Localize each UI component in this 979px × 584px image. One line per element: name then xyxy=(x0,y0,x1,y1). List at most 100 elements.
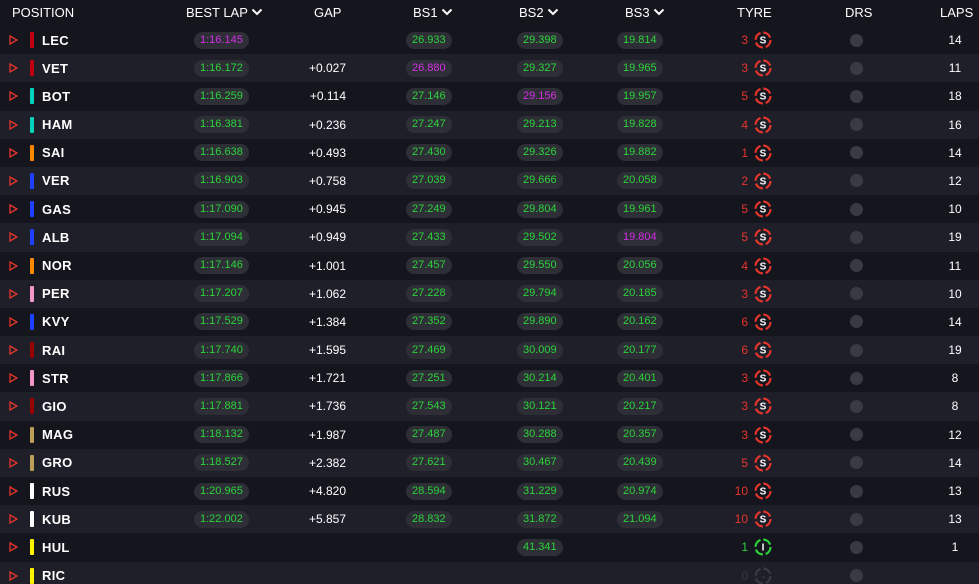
tyre-age: 5 xyxy=(741,89,748,104)
driver-row-rus[interactable]: RUS 1:20.965 +4.820 28.594 31.229 20.974… xyxy=(0,477,979,506)
expand-triangle-icon[interactable] xyxy=(9,364,19,392)
driver-row-rai[interactable]: RAI 1:17.740 +1.595 27.469 30.009 20.177… xyxy=(0,336,979,365)
svg-text:-: - xyxy=(761,571,764,582)
driver-row-gro[interactable]: GRO 1:18.527 +2.382 27.621 30.467 20.439… xyxy=(0,448,979,477)
header-drs[interactable]: DRS xyxy=(845,0,872,26)
tyre-age: 3 xyxy=(741,61,748,76)
expand-triangle-icon[interactable] xyxy=(9,308,19,336)
driver-row-ham[interactable]: HAM 1:16.381 +0.236 27.247 29.213 19.828… xyxy=(0,110,979,139)
bs2: 29.327 xyxy=(517,54,563,82)
expand-triangle-icon[interactable] xyxy=(9,54,19,82)
team-color-bar xyxy=(30,370,34,387)
expand-triangle-icon[interactable] xyxy=(9,280,19,308)
expand-triangle-icon[interactable] xyxy=(9,533,19,561)
tyre-compound-icon: - xyxy=(752,562,774,584)
chevron-down-icon xyxy=(653,8,664,16)
header-gap[interactable]: GAP xyxy=(314,0,341,26)
expand-triangle-icon[interactable] xyxy=(9,449,19,477)
driver-row-ric[interactable]: RIC 0 - xyxy=(0,561,979,584)
driver-row-per[interactable]: PER 1:17.207 +1.062 27.228 29.794 20.185… xyxy=(0,279,979,308)
driver-row-ver[interactable]: VER 1:16.903 +0.758 27.039 29.666 20.058… xyxy=(0,166,979,196)
gap-value: +0.493 xyxy=(308,145,346,160)
drs-dot-icon xyxy=(849,89,863,103)
bs2: 29.794 xyxy=(517,280,563,308)
bs3: 21.094 xyxy=(617,505,663,533)
driver-row-bot[interactable]: BOT 1:16.259 +0.114 27.146 29.156 19.957… xyxy=(0,82,979,111)
driver-code: ALB xyxy=(42,229,70,245)
driver-row-sai[interactable]: SAI 1:16.638 +0.493 27.430 29.326 19.882… xyxy=(0,138,979,167)
header-bs1[interactable]: BS1 xyxy=(413,0,453,26)
bs3-value: 21.094 xyxy=(617,510,663,528)
driver-code: SAI xyxy=(42,145,65,161)
tyre-age: 2 xyxy=(741,173,748,188)
best-lap-value: 1:17.740 xyxy=(194,341,249,359)
driver-row-kub[interactable]: KUB 1:22.002 +5.857 28.832 31.872 21.094… xyxy=(0,505,979,534)
expand-triangle-icon[interactable] xyxy=(9,111,19,139)
bs2: 29.326 xyxy=(517,139,563,167)
svg-text:S: S xyxy=(760,205,767,216)
expand-triangle-icon[interactable] xyxy=(9,139,19,167)
bs3-value: 20.357 xyxy=(617,426,663,444)
bs2-value: 29.794 xyxy=(517,285,563,303)
tyre-compound-icon: S xyxy=(752,364,774,392)
driver-code: RIC xyxy=(42,568,66,584)
bs2-value: 29.502 xyxy=(517,228,563,246)
expand-triangle-icon[interactable] xyxy=(9,562,19,584)
expand-triangle-icon[interactable] xyxy=(9,421,19,449)
laps-value: 14 xyxy=(948,314,962,329)
tyre-age: 5 xyxy=(741,202,748,217)
driver-code: KUB xyxy=(42,511,72,527)
drs-indicator xyxy=(849,26,863,54)
header-laps[interactable]: LAPS xyxy=(940,0,973,26)
expand-triangle-icon[interactable] xyxy=(9,252,19,280)
driver-code: HAM xyxy=(42,117,73,133)
header-position[interactable]: POSITION xyxy=(12,0,74,26)
expand-triangle-icon[interactable] xyxy=(9,477,19,505)
header-bs2[interactable]: BS2 xyxy=(519,0,559,26)
expand-triangle-icon[interactable] xyxy=(9,336,19,364)
bs1-value: 28.594 xyxy=(406,482,452,500)
driver-row-nor[interactable]: NOR 1:17.146 +1.001 27.457 29.550 20.056… xyxy=(0,251,979,280)
team-color-bar xyxy=(30,483,34,499)
bs1-value: 26.880 xyxy=(406,59,452,77)
tyre-age: 10 xyxy=(734,484,748,498)
expand-triangle-icon[interactable] xyxy=(9,195,19,223)
driver-row-lec[interactable]: LEC 1:16.145 26.933 29.398 19.814 3 S 14 xyxy=(0,26,979,55)
best-lap-value: 1:18.527 xyxy=(194,454,249,472)
tyre-age: 6 xyxy=(741,314,748,329)
drs-dot-icon xyxy=(849,61,863,75)
driver-row-gio[interactable]: GIO 1:17.881 +1.736 27.543 30.121 20.217… xyxy=(0,392,979,421)
bs1-value: 27.469 xyxy=(406,341,452,359)
bs2: 29.666 xyxy=(517,167,563,195)
expand-triangle-icon[interactable] xyxy=(9,26,19,54)
driver-row-gas[interactable]: GAS 1:17.090 +0.945 27.249 29.804 19.961… xyxy=(0,195,979,224)
svg-text:S: S xyxy=(760,64,767,75)
driver-row-str[interactable]: STR 1:17.866 +1.721 27.251 30.214 20.401… xyxy=(0,364,979,393)
header-bs3[interactable]: BS3 xyxy=(625,0,665,26)
driver-row-vet[interactable]: VET 1:16.172 +0.027 26.880 29.327 19.965… xyxy=(0,54,979,83)
tyre-age: 1 xyxy=(741,540,748,555)
bs3-value: 20.162 xyxy=(617,313,663,331)
expand-triangle-icon[interactable] xyxy=(9,167,19,195)
bs2-value: 29.327 xyxy=(517,59,563,77)
driver-row-hul[interactable]: HUL 41.341 1 I 1 xyxy=(0,533,979,562)
expand-triangle-icon[interactable] xyxy=(9,392,19,420)
driver-row-kvy[interactable]: KVY 1:17.529 +1.384 27.352 29.890 20.162… xyxy=(0,307,979,337)
tyre-compound-icon: S xyxy=(752,195,774,223)
driver-row-mag[interactable]: MAG 1:18.132 +1.987 27.487 30.288 20.357… xyxy=(0,420,979,449)
expand-triangle-icon[interactable] xyxy=(9,82,19,110)
drs-dot-icon xyxy=(849,343,863,357)
best-lap: 1:17.146 xyxy=(194,252,249,280)
tyre-age: 5 xyxy=(741,455,748,470)
header-best-lap[interactable]: BEST LAP xyxy=(186,0,263,26)
best-lap: 1:16.145 xyxy=(194,26,249,54)
bs1-value: 27.251 xyxy=(406,369,452,387)
bs1: 27.251 xyxy=(406,364,452,392)
bs1: 27.352 xyxy=(406,308,452,336)
tyre-age: 3 xyxy=(741,399,748,414)
laps-value: 14 xyxy=(948,33,962,47)
header-tyre[interactable]: TYRE xyxy=(737,0,772,26)
driver-row-alb[interactable]: ALB 1:17.094 +0.949 27.433 29.502 19.804… xyxy=(0,223,979,252)
expand-triangle-icon[interactable] xyxy=(9,505,19,533)
expand-triangle-icon[interactable] xyxy=(9,223,19,251)
